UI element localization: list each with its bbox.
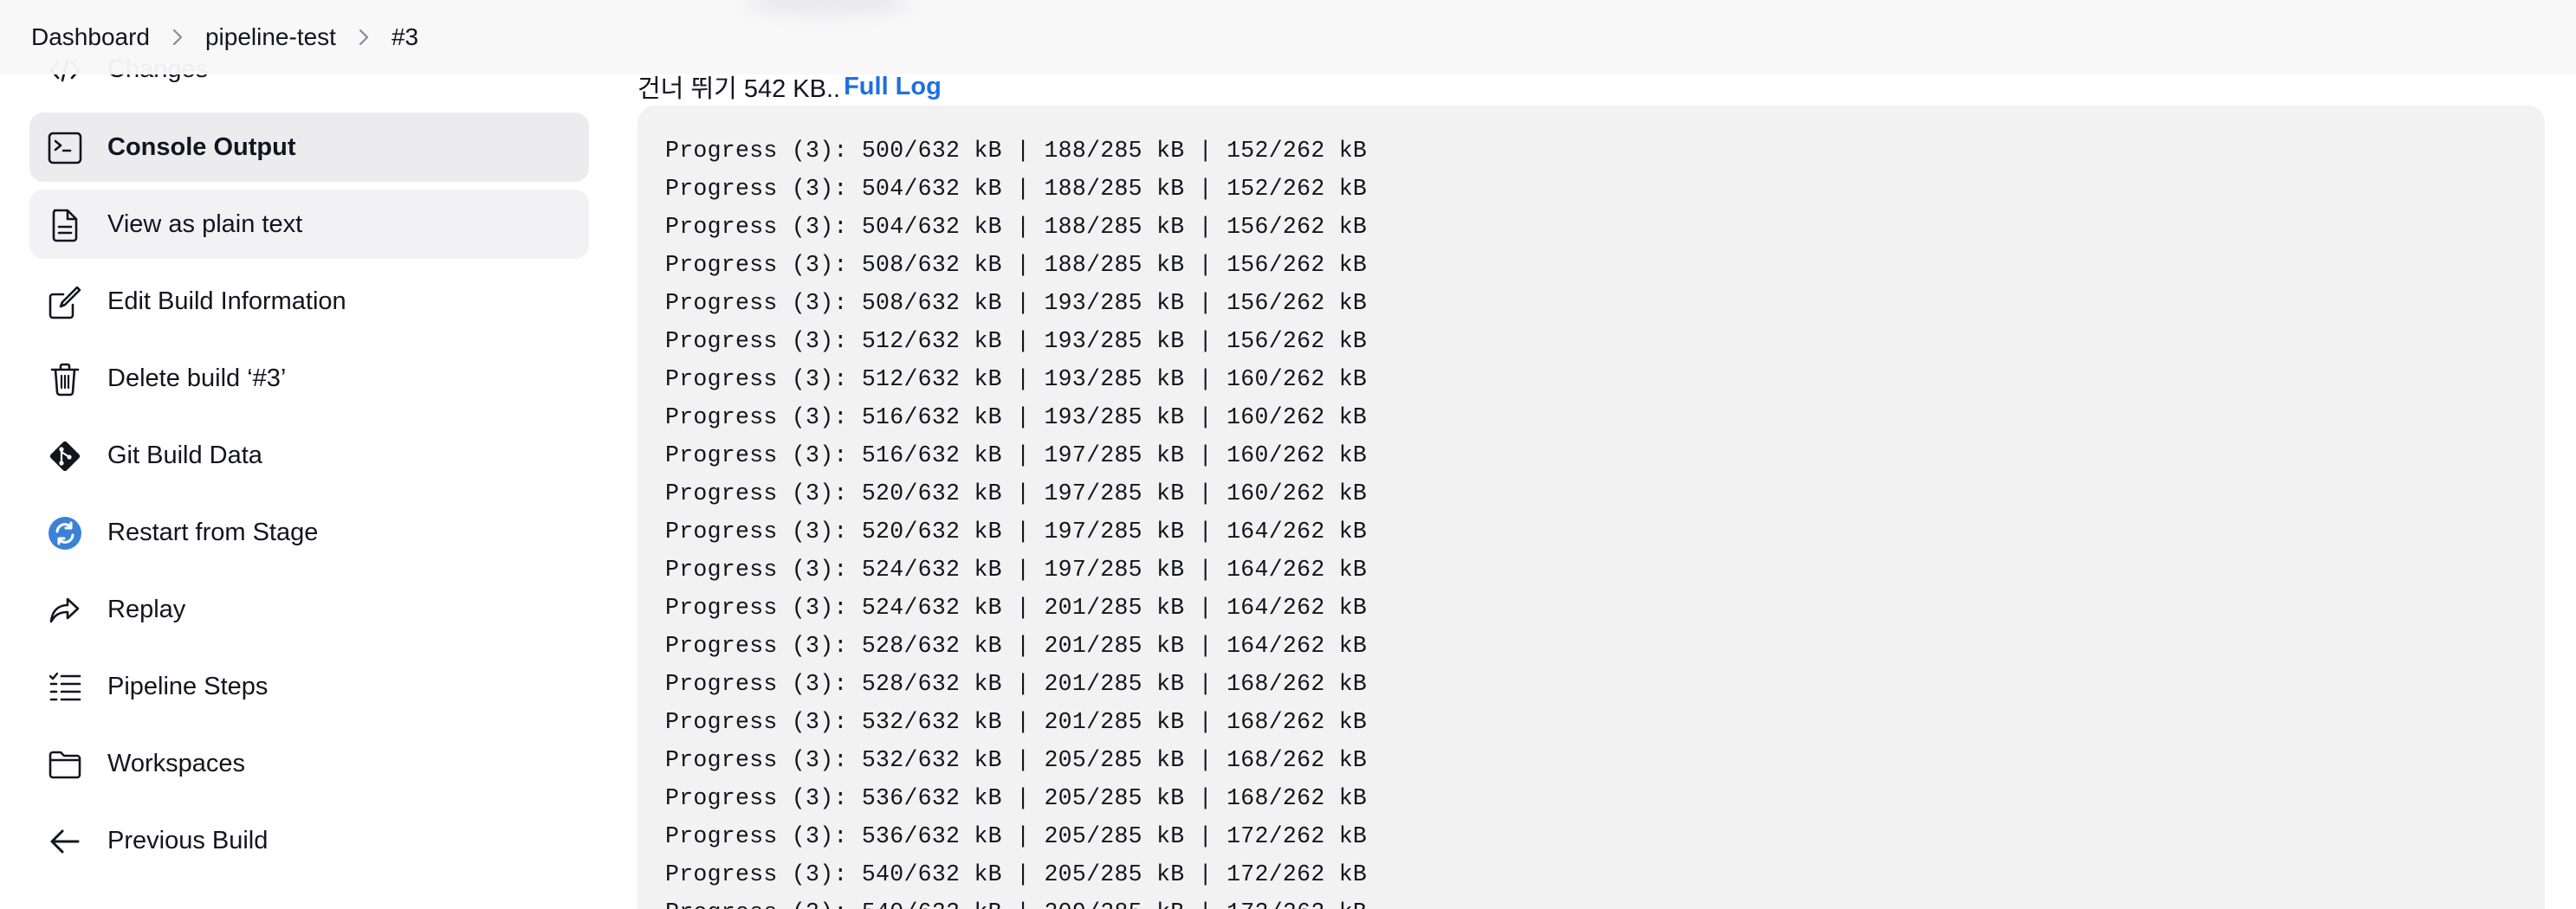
sidebar-item-label: Replay (107, 595, 186, 623)
console-line: Progress (3): 536/632 kB | 205/285 kB | … (665, 823, 1368, 849)
sidebar-item-label: Delete build ‘#3’ (107, 364, 287, 392)
terminal-icon (47, 130, 83, 166)
skipped-log-notice: 건너 뛰기 542 KB.. Full Log (638, 69, 942, 104)
console-line: Progress (3): 540/632 kB | 209/285 kB | … (665, 893, 2517, 909)
sidebar-item-label: Edit Build Information (107, 287, 346, 315)
console-line: Progress (3): 516/632 kB | 197/285 kB | … (665, 442, 1368, 468)
console-line: Progress (3): 516/632 kB | 193/285 kB | … (665, 404, 1368, 430)
console-line: Progress (3): 536/632 kB | 205/285 kB | … (665, 785, 1368, 811)
restart-icon (47, 515, 83, 551)
sidebar-item-label: View as plain text (107, 210, 303, 238)
sidebar-item-label: Git Build Data (107, 441, 262, 469)
list-icon (47, 669, 83, 706)
console-line: Progress (3): 532/632 kB | 201/285 kB | … (665, 709, 1368, 735)
breadcrumb-build-3[interactable]: #3 (392, 25, 418, 49)
console-line: Progress (3): 524/632 kB | 197/285 kB | … (665, 557, 1368, 583)
edit-icon (47, 284, 83, 320)
sidebar-item-label: Previous Build (107, 826, 269, 854)
console-line: Progress (3): 512/632 kB | 193/285 kB | … (665, 366, 1368, 392)
sidebar-item-label: Pipeline Steps (107, 672, 269, 700)
arrow-left-icon (47, 823, 83, 860)
git-icon (47, 438, 83, 474)
sidebar-item-delete-build[interactable]: Delete build ‘#3’ (29, 344, 589, 413)
chevron-right-icon (336, 20, 392, 55)
build-sidebar: Changes Console Output View as plain tex… (29, 0, 589, 909)
sidebar-item-label: Console Output (107, 132, 296, 161)
sidebar-item-replay[interactable]: Replay (29, 575, 589, 644)
chevron-right-icon (150, 20, 205, 55)
breadcrumb: Dashboard pipeline-test #3 (0, 0, 2576, 74)
replay-icon (47, 592, 83, 629)
jenkins-console-page: Dashboard pipeline-test #3 Changes Conso… (0, 0, 2576, 909)
full-log-link[interactable]: Full Log (844, 73, 942, 101)
console-line: Progress (3): 504/632 kB | 188/285 kB | … (665, 176, 1368, 202)
sidebar-item-git-build-data[interactable]: Git Build Data (29, 421, 589, 490)
sidebar-item-previous-build[interactable]: Previous Build (29, 806, 589, 875)
console-line: Progress (3): 508/632 kB | 193/285 kB | … (665, 290, 1368, 316)
sidebar-item-label: Restart from Stage (107, 518, 319, 546)
console-line: Progress (3): 520/632 kB | 197/285 kB | … (665, 519, 1368, 545)
console-line: Progress (3): 532/632 kB | 205/285 kB | … (665, 747, 1368, 773)
console-line: Progress (3): 528/632 kB | 201/285 kB | … (665, 671, 1368, 697)
console-line: Progress (3): 512/632 kB | 193/285 kB | … (665, 328, 1368, 354)
sidebar-item-edit-build-information[interactable]: Edit Build Information (29, 267, 589, 336)
sidebar-item-workspaces[interactable]: Workspaces (29, 729, 589, 798)
document-icon (47, 207, 83, 243)
breadcrumb-dashboard[interactable]: Dashboard (31, 25, 150, 49)
console-line: Progress (3): 528/632 kB | 201/285 kB | … (665, 633, 1368, 659)
trash-icon (47, 361, 83, 397)
folder-icon (47, 746, 83, 783)
console-line: Progress (3): 520/632 kB | 197/285 kB | … (665, 480, 1368, 506)
breadcrumb-pipeline-test[interactable]: pipeline-test (205, 25, 336, 49)
sidebar-item-restart-from-stage[interactable]: Restart from Stage (29, 498, 589, 567)
console-line: Progress (3): 500/632 kB | 188/285 kB | … (665, 138, 1368, 164)
console-line: Progress (3): 524/632 kB | 201/285 kB | … (665, 595, 1368, 621)
console-line: Progress (3): 508/632 kB | 188/285 kB | … (665, 252, 1368, 278)
console-line: Progress (3): 504/632 kB | 188/285 kB | … (665, 214, 1368, 240)
sidebar-item-view-as-plain-text[interactable]: View as plain text (29, 190, 589, 259)
console-line: Progress (3): 540/632 kB | 205/285 kB | … (665, 861, 1368, 887)
console-output: Progress (3): 500/632 kB | 188/285 kB | … (638, 106, 2545, 909)
sidebar-item-label: Workspaces (107, 749, 246, 777)
sidebar-item-console-output[interactable]: Console Output (29, 113, 589, 182)
sidebar-item-pipeline-steps[interactable]: Pipeline Steps (29, 652, 589, 721)
